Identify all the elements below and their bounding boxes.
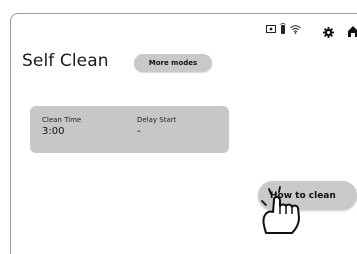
clean-time-label: Clean Time	[42, 116, 82, 124]
tap-hand-icon	[256, 184, 308, 240]
wifi-icon	[290, 24, 301, 34]
remote-control-icon	[280, 23, 286, 35]
screen-share-icon	[266, 25, 276, 33]
delay-start-field: Delay Start -	[137, 116, 176, 137]
delay-start-label: Delay Start	[137, 116, 177, 124]
more-modes-button[interactable]: More modes	[134, 54, 212, 72]
delay-start-value: -	[137, 126, 141, 137]
clean-time-field: Clean Time 3:00	[42, 116, 81, 137]
home-icon[interactable]	[347, 22, 357, 41]
info-card: Clean Time 3:00 Delay Start -	[30, 106, 229, 153]
status-bar	[266, 22, 301, 36]
gear-icon[interactable]	[323, 23, 334, 42]
clean-time-value: 3:00	[42, 126, 65, 137]
page-title: Self Clean	[22, 51, 109, 71]
